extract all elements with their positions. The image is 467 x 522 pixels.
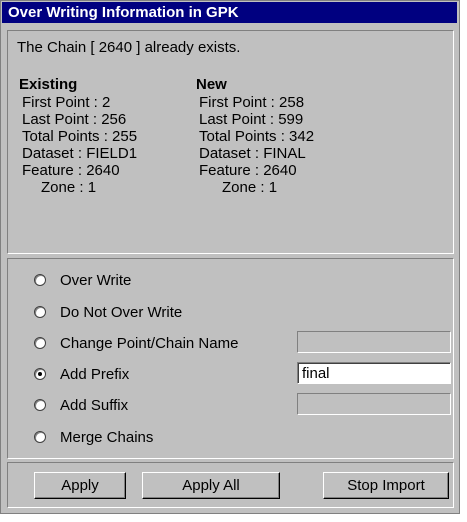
apply-all-button[interactable]: Apply All: [142, 472, 280, 499]
existing-heading: Existing: [19, 76, 78, 93]
option-over-write[interactable]: Over Write: [34, 270, 131, 290]
title-bar: Over Writing Information in GPK: [2, 2, 457, 23]
new-dataset: Dataset : FINAL: [199, 145, 306, 162]
new-last-point: Last Point : 599: [199, 111, 304, 128]
radio-change-name[interactable]: [34, 337, 46, 349]
option-change-name[interactable]: Change Point/Chain Name: [34, 333, 238, 353]
option-add-prefix[interactable]: Add Prefix: [34, 364, 129, 384]
new-feature: Feature : 2640: [199, 162, 297, 179]
radio-over-write[interactable]: [34, 274, 46, 286]
dialog-window: Over Writing Information in GPK The Chai…: [0, 0, 460, 514]
existing-zone: Zone : 1: [41, 179, 97, 196]
option-label: Over Write: [60, 271, 132, 289]
suffix-field[interactable]: [297, 393, 451, 415]
option-label: Add Prefix: [60, 365, 130, 383]
options-panel: Over Write Do Not Over Write Change Poin…: [7, 258, 454, 459]
existing-first-point: First Point : 2: [22, 94, 111, 111]
new-heading: New: [196, 76, 227, 93]
existing-dataset: Dataset : FIELD1: [22, 145, 138, 162]
radio-do-not-over-write[interactable]: [34, 306, 46, 318]
option-label: Do Not Over Write: [60, 303, 183, 321]
option-label: Merge Chains: [60, 428, 154, 446]
existing-feature: Feature : 2640: [22, 162, 120, 179]
existing-last-point: Last Point : 256: [22, 111, 127, 128]
new-zone: Zone : 1: [222, 179, 278, 196]
option-label: Change Point/Chain Name: [60, 334, 239, 352]
stop-import-button[interactable]: Stop Import: [323, 472, 449, 499]
radio-add-prefix[interactable]: [34, 368, 46, 380]
button-panel: Apply Apply All Stop Import: [7, 462, 454, 508]
info-panel: The Chain [ 2640 ] already exists. Exist…: [7, 30, 454, 254]
new-total-points: Total Points : 342: [199, 128, 315, 145]
existing-total-points: Total Points : 255: [22, 128, 138, 145]
option-merge-chains[interactable]: Merge Chains: [34, 427, 153, 447]
change-name-field[interactable]: [297, 331, 451, 353]
option-label: Add Suffix: [60, 396, 129, 414]
radio-add-suffix[interactable]: [34, 399, 46, 411]
apply-button[interactable]: Apply: [34, 472, 126, 499]
new-first-point: First Point : 258: [199, 94, 305, 111]
radio-merge-chains[interactable]: [34, 431, 46, 443]
prefix-field[interactable]: [297, 362, 451, 384]
option-add-suffix[interactable]: Add Suffix: [34, 395, 128, 415]
option-do-not-over-write[interactable]: Do Not Over Write: [34, 302, 182, 322]
exists-message: The Chain [ 2640 ] already exists.: [17, 39, 241, 56]
